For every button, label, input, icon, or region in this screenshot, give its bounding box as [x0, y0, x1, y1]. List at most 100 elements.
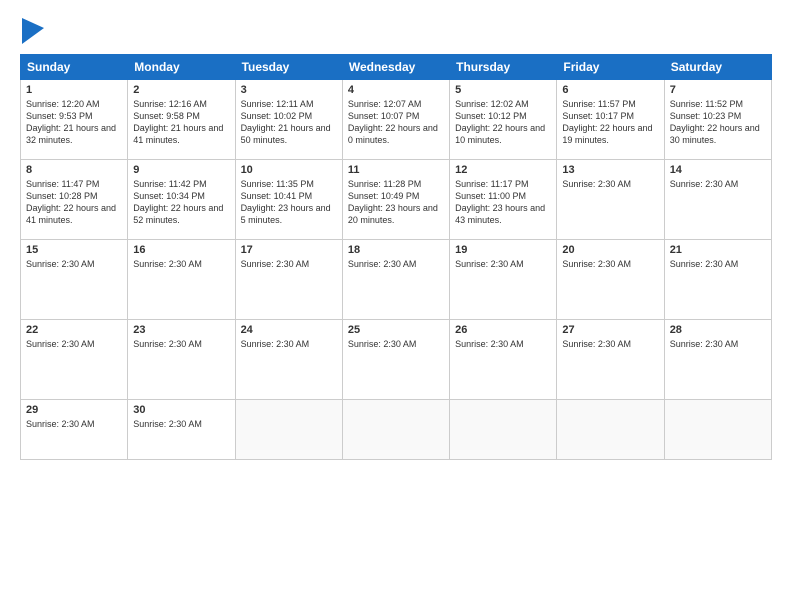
- calendar-cell: 12 Sunrise: 11:17 PM Sunset: 11:00 PM Day…: [450, 160, 557, 240]
- day-info: Sunrise: 11:42 PM Sunset: 10:34 PM Dayli…: [133, 178, 229, 227]
- day-info: Sunrise: 11:35 PM Sunset: 10:41 PM Dayli…: [241, 178, 337, 227]
- day-number: 28: [670, 324, 766, 336]
- day-number: 27: [562, 324, 658, 336]
- day-info: Sunrise: 12:16 AM Sunset: 9:58 PM Daylig…: [133, 98, 229, 147]
- calendar-cell: 1 Sunrise: 12:20 AM Sunset: 9:53 PM Dayli…: [21, 80, 128, 160]
- day-info: Sunrise: 11:47 PM Sunset: 10:28 PM Dayli…: [26, 178, 122, 227]
- day-number: 30: [133, 404, 229, 416]
- day-info: Sunrise: 2:30 AM: [562, 178, 658, 190]
- calendar-cell: 26Sunrise: 2:30 AM: [450, 320, 557, 400]
- calendar-cell: [664, 400, 771, 460]
- day-info: Sunrise: 2:30 AM: [562, 338, 658, 350]
- weekday-header: Tuesday: [235, 55, 342, 80]
- day-number: 15: [26, 244, 122, 256]
- day-number: 11: [348, 164, 444, 176]
- day-info: Sunrise: 2:30 AM: [348, 258, 444, 270]
- calendar-cell: 6 Sunrise: 11:57 PM Sunset: 10:17 PM Dayl…: [557, 80, 664, 160]
- day-number: 21: [670, 244, 766, 256]
- day-info: Sunrise: 11:52 PM Sunset: 10:23 PM Dayli…: [670, 98, 766, 147]
- calendar-week-row: 8Sunrise: 11:47 PM Sunset: 10:28 PM Dayl…: [21, 160, 772, 240]
- day-number: 3: [241, 84, 337, 96]
- day-number: 9: [133, 164, 229, 176]
- day-number: 2: [133, 84, 229, 96]
- calendar-cell: 13 Sunrise: 2:30 AM: [557, 160, 664, 240]
- calendar-cell: [342, 400, 449, 460]
- day-info: Sunrise: 2:30 AM: [348, 338, 444, 350]
- day-info: Sunrise: 2:30 AM: [455, 338, 551, 350]
- calendar-cell: 23Sunrise: 2:30 AM: [128, 320, 235, 400]
- calendar-cell: 29Sunrise: 2:30 AM: [21, 400, 128, 460]
- day-info: Sunrise: 12:02 AM Sunset: 10:12 PM Dayli…: [455, 98, 551, 147]
- calendar-cell: 18Sunrise: 2:30 AM: [342, 240, 449, 320]
- weekday-header: Wednesday: [342, 55, 449, 80]
- day-info: Sunrise: 11:28 PM Sunset: 10:49 PM Dayli…: [348, 178, 444, 227]
- day-number: 5: [455, 84, 551, 96]
- calendar-cell: 21 Sunrise: 2:30 AM: [664, 240, 771, 320]
- day-number: 20: [562, 244, 658, 256]
- calendar-cell: 8Sunrise: 11:47 PM Sunset: 10:28 PM Dayl…: [21, 160, 128, 240]
- calendar-cell: [450, 400, 557, 460]
- day-info: Sunrise: 12:07 AM Sunset: 10:07 PM Dayli…: [348, 98, 444, 147]
- calendar-cell: 17Sunrise: 2:30 AM: [235, 240, 342, 320]
- calendar-cell: 30 Sunrise: 2:30 AM: [128, 400, 235, 460]
- day-number: 24: [241, 324, 337, 336]
- weekday-header: Thursday: [450, 55, 557, 80]
- day-info: Sunrise: 2:30 AM: [133, 418, 229, 430]
- calendar-table: SundayMondayTuesdayWednesdayThursdayFrid…: [20, 54, 772, 460]
- day-info: Sunrise: 2:30 AM: [133, 258, 229, 270]
- calendar-cell: 9 Sunrise: 11:42 PM Sunset: 10:34 PM Dayl…: [128, 160, 235, 240]
- day-info: Sunrise: 2:30 AM: [241, 258, 337, 270]
- calendar-cell: 11 Sunrise: 11:28 PM Sunset: 10:49 PM Day…: [342, 160, 449, 240]
- day-info: Sunrise: 2:30 AM: [670, 258, 766, 270]
- weekday-header: Saturday: [664, 55, 771, 80]
- calendar-week-row: 22Sunrise: 2:30 AM23Sunrise: 2:30 AM24Su…: [21, 320, 772, 400]
- calendar-cell: 16 Sunrise: 2:30 AM: [128, 240, 235, 320]
- calendar-cell: 28Sunrise: 2:30 AM: [664, 320, 771, 400]
- day-info: Sunrise: 2:30 AM: [670, 178, 766, 190]
- day-info: Sunrise: 12:11 AM Sunset: 10:02 PM Dayli…: [241, 98, 337, 147]
- day-info: Sunrise: 11:17 PM Sunset: 11:00 PM Dayli…: [455, 178, 551, 227]
- day-number: 1: [26, 84, 122, 96]
- day-number: 6: [562, 84, 658, 96]
- calendar-cell: 2 Sunrise: 12:16 AM Sunset: 9:58 PM Dayli…: [128, 80, 235, 160]
- calendar-cell: 5 Sunrise: 12:02 AM Sunset: 10:12 PM Dayl…: [450, 80, 557, 160]
- page: SundayMondayTuesdayWednesdayThursdayFrid…: [0, 0, 792, 612]
- calendar-cell: 24 Sunrise: 2:30 AM: [235, 320, 342, 400]
- day-info: Sunrise: 2:30 AM: [562, 258, 658, 270]
- calendar-cell: 14 Sunrise: 2:30 AM: [664, 160, 771, 240]
- day-number: 4: [348, 84, 444, 96]
- day-info: Sunrise: 2:30 AM: [241, 338, 337, 350]
- weekday-header: Sunday: [21, 55, 128, 80]
- day-info: Sunrise: 2:30 AM: [455, 258, 551, 270]
- day-number: 23: [133, 324, 229, 336]
- logo: [20, 18, 44, 44]
- calendar-cell: 7Sunrise: 11:52 PM Sunset: 10:23 PM Dayl…: [664, 80, 771, 160]
- calendar-week-row: 1 Sunrise: 12:20 AM Sunset: 9:53 PM Dayli…: [21, 80, 772, 160]
- calendar-week-row: 29Sunrise: 2:30 AM 30 Sunrise: 2:30 AM: [21, 400, 772, 460]
- day-info: Sunrise: 2:30 AM: [26, 258, 122, 270]
- calendar-cell: 4 Sunrise: 12:07 AM Sunset: 10:07 PM Dayl…: [342, 80, 449, 160]
- day-info: Sunrise: 12:20 AM Sunset: 9:53 PM Daylig…: [26, 98, 122, 147]
- calendar-week-row: 15Sunrise: 2:30 AM16Sunrise: 2:30 AM17Su…: [21, 240, 772, 320]
- calendar-cell: 20 Sunrise: 2:30 AM: [557, 240, 664, 320]
- calendar-cell: [235, 400, 342, 460]
- day-number: 19: [455, 244, 551, 256]
- calendar-cell: 19 Sunrise: 2:30 AM: [450, 240, 557, 320]
- day-number: 29: [26, 404, 122, 416]
- calendar-cell: 10 Sunrise: 11:35 PM Sunset: 10:41 PM Day…: [235, 160, 342, 240]
- weekday-header: Monday: [128, 55, 235, 80]
- day-number: 10: [241, 164, 337, 176]
- day-number: 25: [348, 324, 444, 336]
- day-number: 16: [133, 244, 229, 256]
- header: [20, 18, 772, 44]
- calendar-cell: 25 Sunrise: 2:30 AM: [342, 320, 449, 400]
- day-number: 14: [670, 164, 766, 176]
- day-number: 22: [26, 324, 122, 336]
- day-info: Sunrise: 11:57 PM Sunset: 10:17 PM Dayli…: [562, 98, 658, 147]
- day-number: 13: [562, 164, 658, 176]
- weekday-header: Friday: [557, 55, 664, 80]
- calendar-cell: 3 Sunrise: 12:11 AM Sunset: 10:02 PM Dayl…: [235, 80, 342, 160]
- day-info: Sunrise: 2:30 AM: [26, 338, 122, 350]
- day-number: 12: [455, 164, 551, 176]
- calendar-cell: 15 Sunrise: 2:30 AM: [21, 240, 128, 320]
